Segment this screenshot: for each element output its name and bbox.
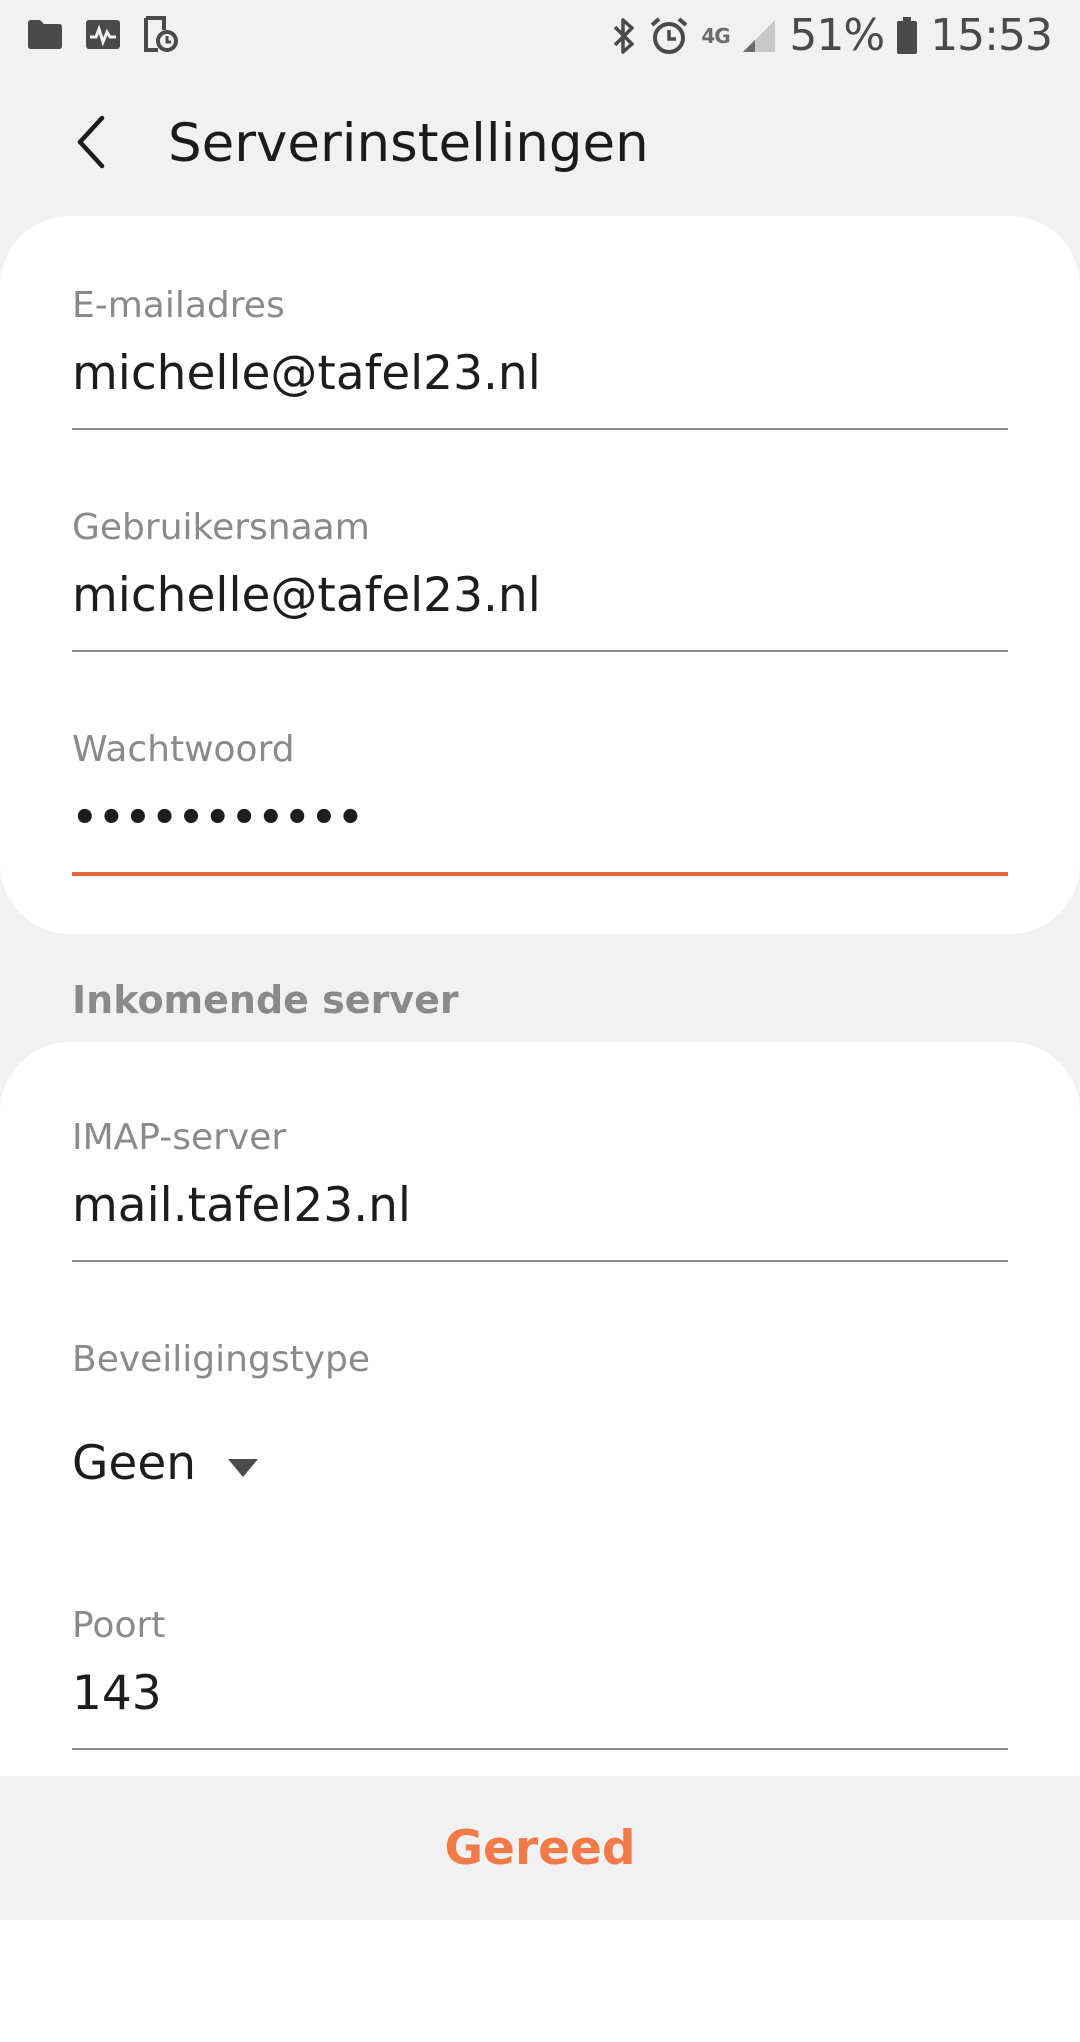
battery-percent: 51% [789,10,885,61]
username-input[interactable]: michelle@tafel23.nl [72,566,1008,626]
imap-server-input[interactable]: mail.tafel23.nl [72,1176,1008,1236]
username-label: Gebruikersnaam [72,507,370,548]
incoming-server-header: Inkomende server [72,978,459,1022]
email-underline [72,428,1008,430]
system-icons: 4G 51% 15:53 [611,10,1053,61]
status-bar: 4G 51% 15:53 [0,0,1080,72]
activity-icon [84,17,122,51]
clock: 15:53 [930,10,1053,61]
dropdown-arrow-icon [226,1436,260,1491]
port-underline [72,1748,1008,1750]
email-label: E-mailadres [72,285,285,326]
account-card: E-mailadres michelle@tafel23.nl Gebruike… [0,216,1080,934]
battery-icon [896,16,918,55]
username-underline [72,650,1008,652]
schedule-icon [142,16,178,52]
port-input[interactable]: 143 [72,1664,1008,1724]
email-field[interactable]: E-mailadres michelle@tafel23.nl [72,284,1008,430]
password-underline-focused [72,872,1008,876]
password-input[interactable]: ••••••••••• [72,788,1008,848]
notification-icons [26,16,178,52]
bottom-bar: Gereed [0,1776,1080,1920]
done-button[interactable]: Gereed [384,1801,695,1896]
email-input[interactable]: michelle@tafel23.nl [72,344,1008,404]
password-label: Wachtwoord [72,729,295,770]
security-type-field: Beveiligingstype [72,1338,1008,1382]
network-type-label: 4G [701,23,730,48]
signal-icon [741,18,777,54]
imap-server-field[interactable]: IMAP-server mail.tafel23.nl [72,1116,1008,1262]
imap-server-label: IMAP-server [72,1117,287,1158]
port-label: Poort [72,1605,166,1646]
port-field[interactable]: Poort 143 [72,1604,1008,1750]
folder-icon [26,17,64,51]
app-bar: Serverinstellingen [0,72,1080,216]
username-field[interactable]: Gebruikersnaam michelle@tafel23.nl [72,506,1008,652]
page-title: Serverinstellingen [168,113,649,174]
back-arrow-icon [72,114,112,174]
alarm-icon [649,16,689,56]
back-button[interactable] [60,112,124,176]
security-type-label: Beveiligingstype [72,1339,371,1380]
security-type-value: Geen [72,1435,197,1491]
bluetooth-icon [611,16,637,56]
password-field[interactable]: Wachtwoord ••••••••••• [72,728,1008,876]
security-type-dropdown[interactable]: Geen [72,1428,260,1498]
imap-server-underline [72,1260,1008,1262]
